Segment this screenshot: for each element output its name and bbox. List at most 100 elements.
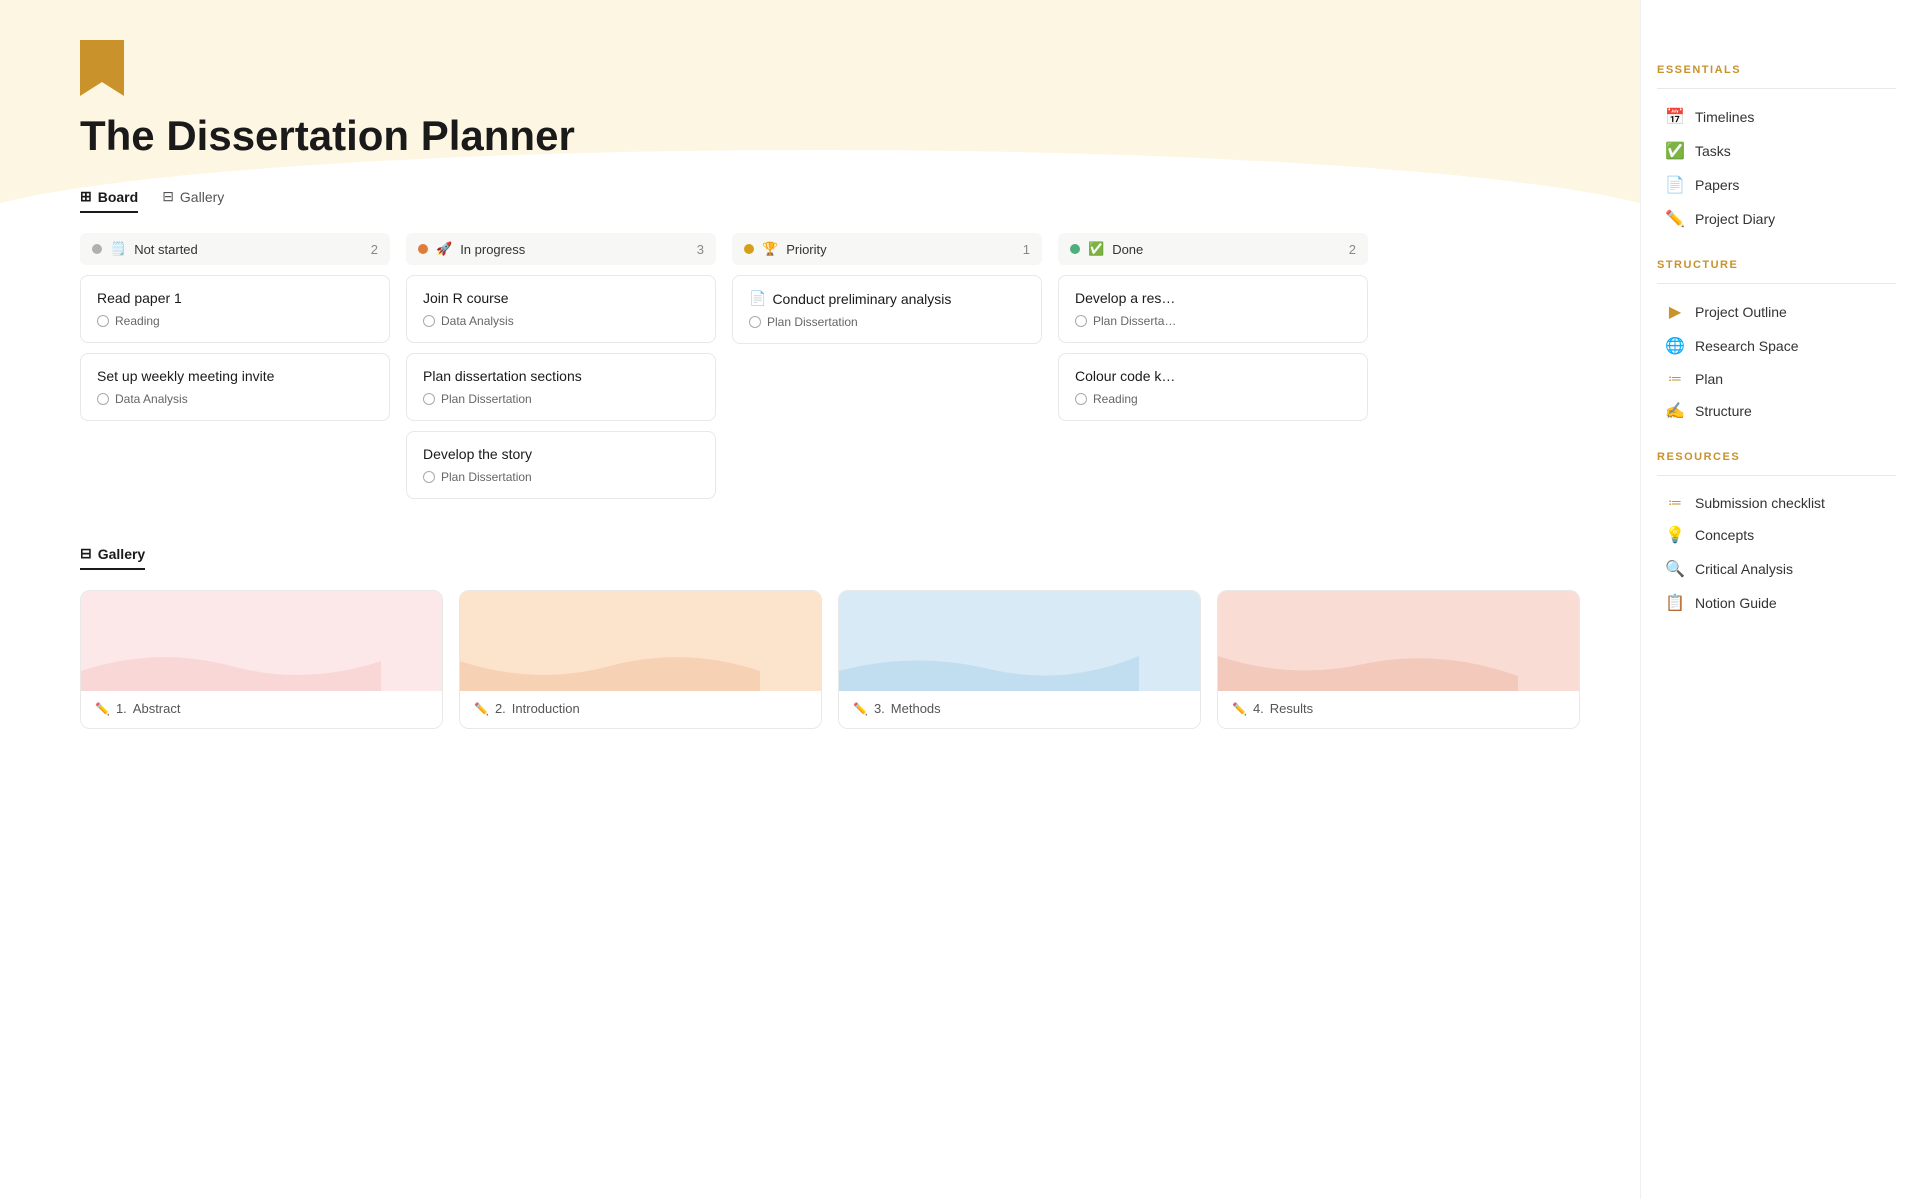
sidebar-item-tasks[interactable]: ✅ Tasks	[1657, 135, 1896, 167]
tag-circle	[97, 315, 109, 327]
doc-icon: 📄	[749, 290, 766, 307]
gallery-card-top-introduction	[460, 591, 821, 691]
done-emoji: ✅	[1088, 241, 1104, 257]
tab-board-label: Board	[98, 189, 138, 205]
tab-gallery-active[interactable]: ⊟ Gallery	[80, 545, 145, 570]
card-weekly-meeting-title: Set up weekly meeting invite	[97, 368, 373, 384]
card-conduct-analysis[interactable]: 📄 Conduct preliminary analysis Plan Diss…	[732, 275, 1042, 344]
card-weekly-meeting-tag-label: Data Analysis	[115, 392, 188, 406]
tag-circle-6	[749, 316, 761, 328]
tab-board[interactable]: ⊞ Board	[80, 188, 138, 213]
gallery-wave-results	[1218, 641, 1518, 691]
concepts-icon: 💡	[1665, 525, 1685, 545]
gallery-wave-abstract	[81, 641, 381, 691]
gallery-tabs: ⊟ Gallery	[80, 545, 1580, 570]
board-section: 🗒️ Not started 2 Read paper 1 Reading Se…	[80, 233, 1580, 509]
sidebar-divider-essentials	[1657, 88, 1896, 89]
gallery-wave-methods	[839, 641, 1139, 691]
column-priority: 🏆 Priority 1 📄 Conduct preliminary analy…	[732, 233, 1042, 509]
tag-circle-2	[97, 393, 109, 405]
sidebar-item-research-space[interactable]: 🌐 Research Space	[1657, 330, 1896, 362]
done-label: Done	[1112, 242, 1143, 257]
status-dot-done	[1070, 244, 1080, 254]
research-space-label: Research Space	[1695, 338, 1799, 354]
card-join-r-course-title: Join R course	[423, 290, 699, 306]
sidebar-item-concepts[interactable]: 💡 Concepts	[1657, 519, 1896, 551]
column-header-in-progress: 🚀 In progress 3	[406, 233, 716, 265]
card-colour-code-tag-label: Reading	[1093, 392, 1138, 406]
tab-gallery[interactable]: ⊟ Gallery	[162, 188, 224, 213]
main-content: The Dissertation Planner ⊞ Board ⊟ Galle…	[0, 0, 1640, 1199]
sidebar-structure-title: STRUCTURE	[1657, 259, 1896, 271]
priority-label: Priority	[786, 242, 826, 257]
done-count: 2	[1349, 242, 1356, 257]
priority-emoji: 🏆	[762, 241, 778, 257]
sidebar-item-notion-guide[interactable]: 📋 Notion Guide	[1657, 587, 1896, 619]
gallery-card-label-methods: ✏️ 3. Methods	[853, 701, 1186, 716]
papers-icon: 📄	[1665, 175, 1685, 195]
sidebar-item-critical-analysis[interactable]: 🔍 Critical Analysis	[1657, 553, 1896, 585]
gallery-card-top-abstract	[81, 591, 442, 691]
tasks-label: Tasks	[1695, 143, 1731, 159]
gallery-card-introduction[interactable]: ✏️ 2. Introduction	[459, 590, 822, 729]
column-done: ✅ Done 2 Develop a res… Plan Disserta… C…	[1058, 233, 1368, 509]
gallery-card-body-results: ✏️ 4. Results	[1218, 691, 1579, 728]
card-colour-code[interactable]: Colour code k… Reading	[1058, 353, 1368, 421]
sidebar-item-papers[interactable]: 📄 Papers	[1657, 169, 1896, 201]
card-develop-story-tag-label: Plan Dissertation	[441, 470, 532, 484]
sidebar-resources-title: RESOURCES	[1657, 451, 1896, 463]
notion-guide-label: Notion Guide	[1695, 595, 1777, 611]
sidebar-item-project-outline[interactable]: ▶ Project Outline	[1657, 296, 1896, 328]
card-colour-code-title: Colour code k…	[1075, 368, 1351, 384]
gallery-grid: ✏️ 1. Abstract ✏️ 2. Introdu	[80, 590, 1580, 729]
sidebar-item-project-diary[interactable]: ✏️ Project Diary	[1657, 203, 1896, 235]
critical-analysis-label: Critical Analysis	[1695, 561, 1793, 577]
card-plan-sections-tag-label: Plan Dissertation	[441, 392, 532, 406]
card-develop-res-title: Develop a res…	[1075, 290, 1351, 306]
sidebar-divider-structure	[1657, 283, 1896, 284]
sidebar-item-submission-checklist[interactable]: ≔ Submission checklist	[1657, 488, 1896, 517]
card-develop-story[interactable]: Develop the story Plan Dissertation	[406, 431, 716, 499]
sidebar-item-timelines[interactable]: 📅 Timelines	[1657, 101, 1896, 133]
edit-icon-results: ✏️	[1232, 702, 1247, 716]
project-outline-icon: ▶	[1665, 302, 1685, 322]
card-join-r-course[interactable]: Join R course Data Analysis	[406, 275, 716, 343]
tag-circle-5	[423, 471, 435, 483]
sidebar-item-plan[interactable]: ≔ Plan	[1657, 364, 1896, 393]
card-plan-sections[interactable]: Plan dissertation sections Plan Disserta…	[406, 353, 716, 421]
sidebar-item-structure[interactable]: ✍️ Structure	[1657, 395, 1896, 427]
gallery-icon: ⊟	[80, 545, 92, 562]
critical-analysis-icon: 🔍	[1665, 559, 1685, 579]
card-read-paper[interactable]: Read paper 1 Reading	[80, 275, 390, 343]
gallery-results-number-label: 4.	[1253, 701, 1264, 716]
gallery-card-body-introduction: ✏️ 2. Introduction	[460, 691, 821, 728]
project-diary-label: Project Diary	[1695, 211, 1775, 227]
project-diary-icon: ✏️	[1665, 209, 1685, 229]
in-progress-label: In progress	[460, 242, 525, 257]
gallery-wave-introduction	[460, 641, 760, 691]
gallery-card-abstract[interactable]: ✏️ 1. Abstract	[80, 590, 443, 729]
gallery-card-top-methods	[839, 591, 1200, 691]
column-not-started: 🗒️ Not started 2 Read paper 1 Reading Se…	[80, 233, 390, 509]
papers-label: Papers	[1695, 177, 1739, 193]
gallery-card-label-results: ✏️ 4. Results	[1232, 701, 1565, 716]
card-plan-sections-title: Plan dissertation sections	[423, 368, 699, 384]
structure-label: Structure	[1695, 403, 1752, 419]
gallery-card-methods[interactable]: ✏️ 3. Methods	[838, 590, 1201, 729]
column-header-done: ✅ Done 2	[1058, 233, 1368, 265]
research-space-icon: 🌐	[1665, 336, 1685, 356]
card-weekly-meeting[interactable]: Set up weekly meeting invite Data Analys…	[80, 353, 390, 421]
gallery-card-results[interactable]: ✏️ 4. Results	[1217, 590, 1580, 729]
priority-count: 1	[1023, 242, 1030, 257]
card-develop-res[interactable]: Develop a res… Plan Disserta…	[1058, 275, 1368, 343]
page-body: The Dissertation Planner ⊞ Board ⊟ Galle…	[0, 0, 1640, 769]
structure-icon: ✍️	[1665, 401, 1685, 421]
gallery-card-top-results	[1218, 591, 1579, 691]
column-header-not-started: 🗒️ Not started 2	[80, 233, 390, 265]
edit-icon-introduction: ✏️	[474, 702, 489, 716]
tag-circle-3	[423, 315, 435, 327]
edit-icon-methods: ✏️	[853, 702, 868, 716]
sidebar: ESSENTIALS 📅 Timelines ✅ Tasks 📄 Papers …	[1640, 0, 1920, 1199]
card-weekly-meeting-tag: Data Analysis	[97, 392, 373, 406]
project-outline-label: Project Outline	[1695, 304, 1787, 320]
